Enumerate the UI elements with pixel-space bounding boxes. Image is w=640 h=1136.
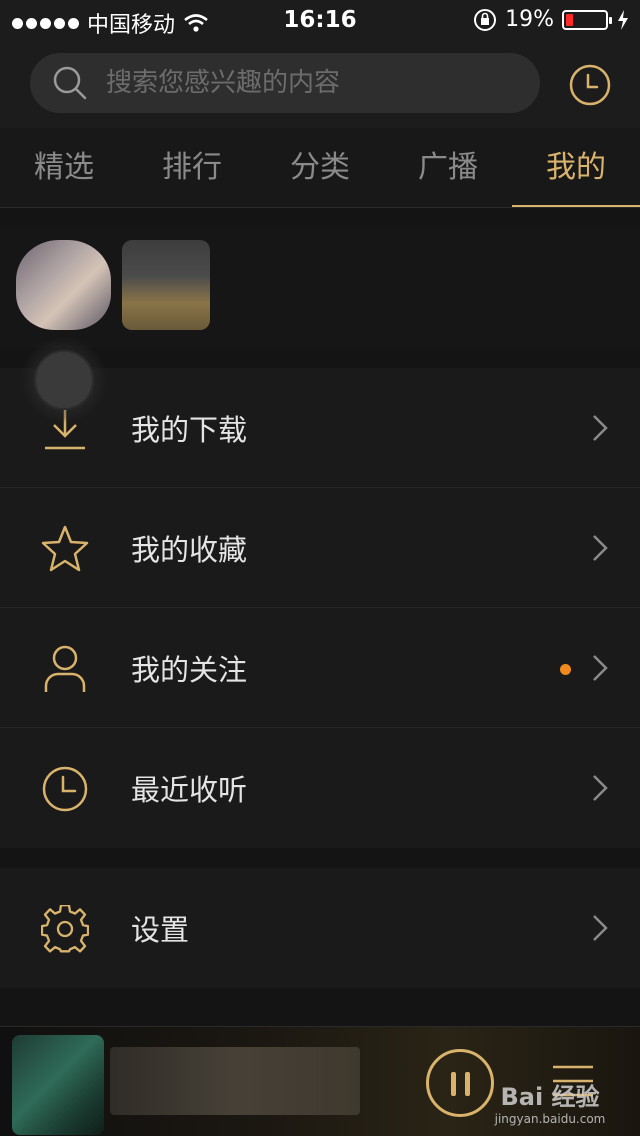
watermark-brand: Bai 经验 xyxy=(500,1083,600,1111)
mini-player[interactable]: Bai 经验 jingyan.baidu.com xyxy=(0,1026,640,1136)
tab-ranking[interactable]: 排行 xyxy=(128,128,256,207)
pause-icon xyxy=(451,1072,456,1096)
battery-icon xyxy=(562,9,612,30)
top-tabs: 精选 排行 分类 广播 我的 xyxy=(0,128,640,208)
menu-item-recent[interactable]: 最近收听 xyxy=(0,728,640,848)
tab-broadcast[interactable]: 广播 xyxy=(384,128,512,207)
watermark-url: jingyan.baidu.com xyxy=(494,1112,606,1126)
pause-icon-bar xyxy=(465,1072,470,1096)
avatar[interactable] xyxy=(16,240,111,330)
menu-item-favorites[interactable]: 我的收藏 xyxy=(0,488,640,608)
chevron-right-icon xyxy=(593,415,608,441)
person-icon xyxy=(40,644,90,694)
menu-item-following[interactable]: 我的关注 xyxy=(0,608,640,728)
clock-icon[interactable] xyxy=(569,64,611,106)
chevron-right-icon xyxy=(593,535,608,561)
profile-area xyxy=(0,228,640,348)
gear-icon xyxy=(40,904,90,954)
chevron-right-icon xyxy=(593,775,608,801)
tab-mine[interactable]: 我的 xyxy=(512,128,640,207)
clock-icon xyxy=(40,764,90,814)
avatar-secondary[interactable] xyxy=(122,240,210,330)
menu-label: 我的下载 xyxy=(131,412,248,447)
floating-button-inner xyxy=(34,350,94,410)
rotation-lock-icon xyxy=(474,8,497,31)
battery-fill xyxy=(566,13,573,26)
menu-item-settings[interactable]: 设置 xyxy=(0,868,640,988)
menu-group-settings: 设置 xyxy=(0,868,640,988)
menu-label: 我的关注 xyxy=(131,652,248,687)
menu-label: 最近收听 xyxy=(131,773,248,807)
status-bar: 中国移动 16:16 19% xyxy=(0,0,640,40)
search-icon xyxy=(53,66,87,100)
chevron-right-icon xyxy=(593,655,608,681)
battery-percent: 19% xyxy=(505,7,554,32)
tab-category[interactable]: 分类 xyxy=(256,128,384,207)
floating-assistive-button[interactable] xyxy=(20,336,108,424)
album-cover[interactable] xyxy=(12,1035,104,1135)
watermark: Bai 经验 jingyan.baidu.com xyxy=(490,1077,610,1126)
status-right: 19% xyxy=(473,7,630,32)
charging-icon xyxy=(618,9,628,30)
chevron-right-icon xyxy=(593,915,608,941)
search-bar[interactable] xyxy=(30,53,540,113)
menu-group: 我的下载 我的收藏 我的关注 最近收听 xyxy=(0,368,640,848)
track-info[interactable] xyxy=(110,1047,360,1115)
tab-featured[interactable]: 精选 xyxy=(0,128,128,207)
search-input[interactable] xyxy=(106,68,506,98)
menu-label: 设置 xyxy=(131,913,190,947)
star-icon xyxy=(40,524,90,574)
header xyxy=(0,40,640,128)
menu-label: 我的收藏 xyxy=(131,532,248,567)
notification-dot xyxy=(560,664,571,675)
pause-button[interactable] xyxy=(426,1049,494,1117)
